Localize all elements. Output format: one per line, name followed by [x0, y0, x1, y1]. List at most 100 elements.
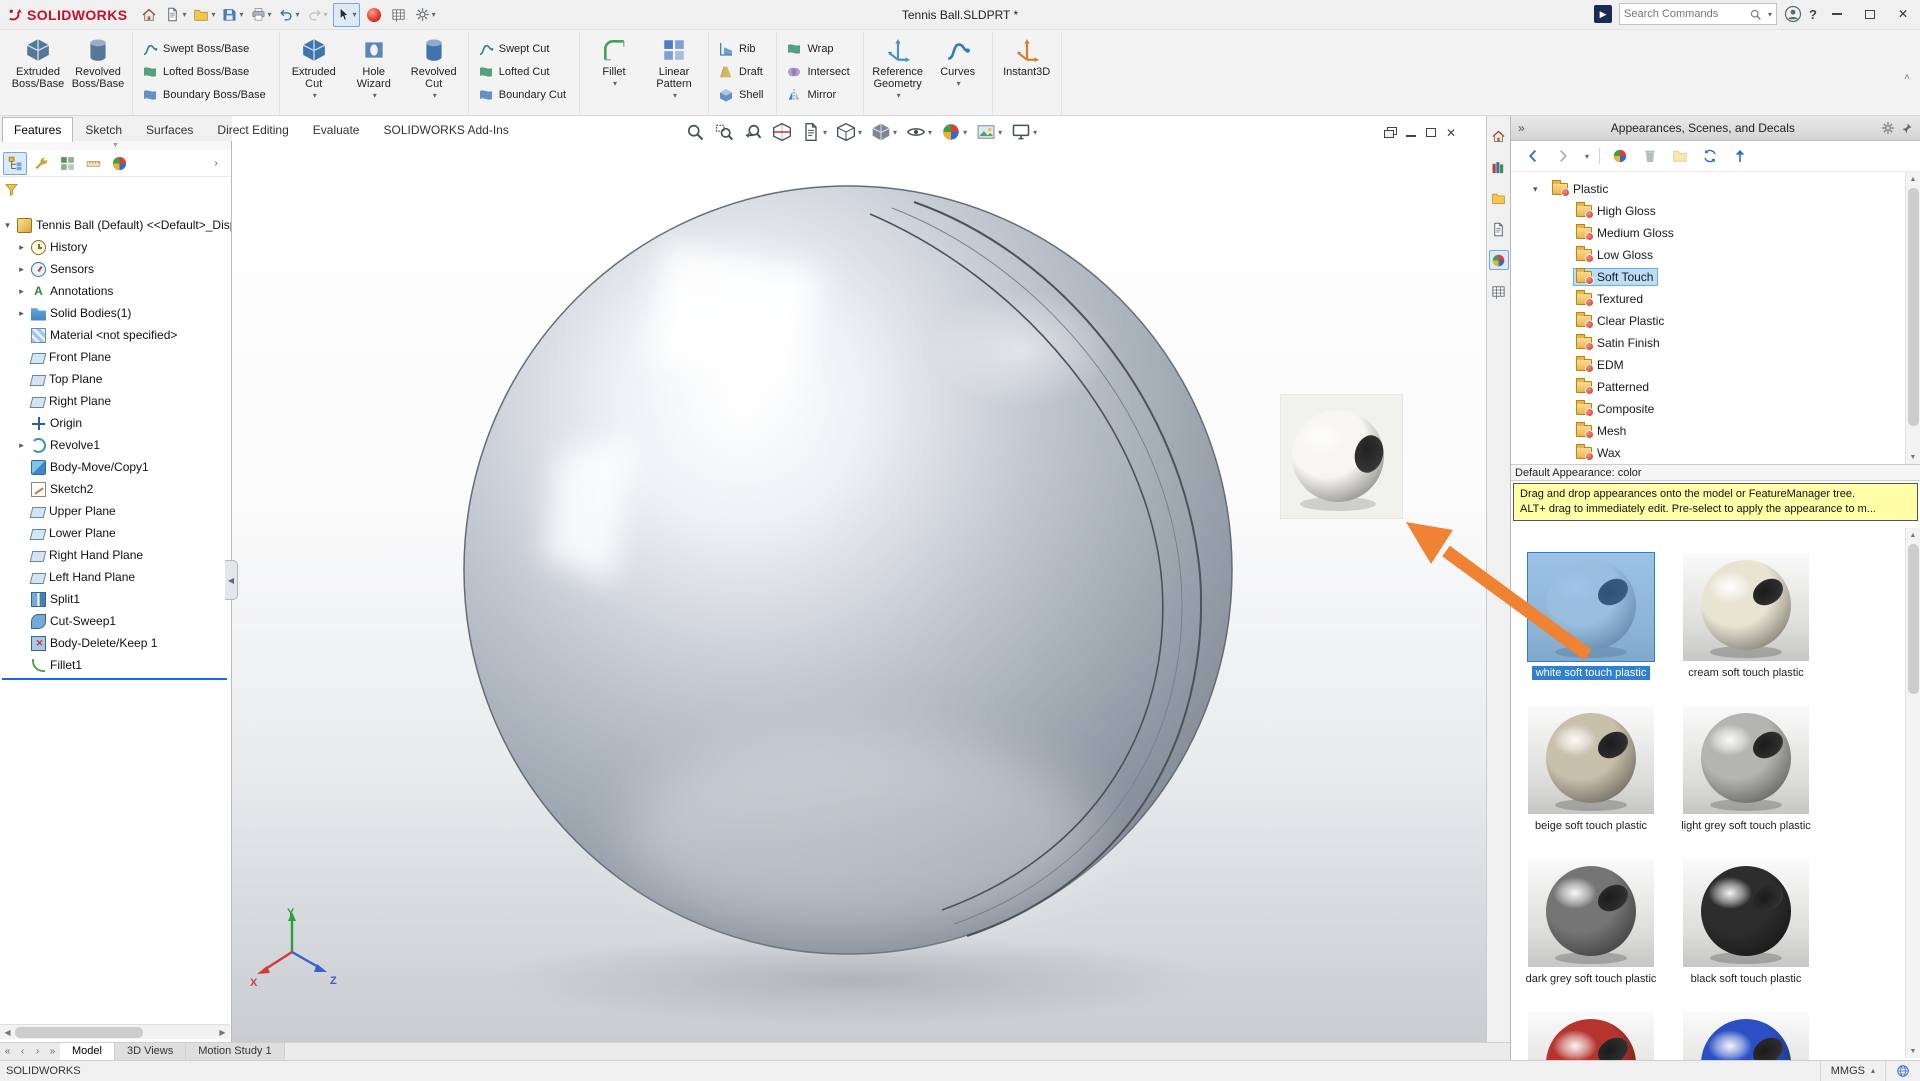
chevron-down-icon[interactable]: ▾ — [957, 78, 961, 90]
intersect-button[interactable]: Intersect — [782, 61, 857, 83]
tree-item-clear-plastic[interactable]: Clear Plastic — [1511, 310, 1920, 332]
rib-button[interactable]: Rib — [714, 38, 771, 60]
rollback-bar[interactable] — [2, 678, 227, 680]
chevron-down-icon[interactable]: ▾ — [613, 78, 617, 90]
tree-item-high-gloss[interactable]: High Gloss — [1511, 200, 1920, 222]
appearance-thumbnail[interactable] — [1528, 859, 1654, 967]
tab-view-palette[interactable] — [1489, 219, 1509, 239]
tab-design-library[interactable] — [1489, 157, 1509, 177]
edit-appearance-button[interactable]: ▾ — [940, 120, 968, 144]
tree-item-mesh[interactable]: Mesh — [1511, 420, 1920, 442]
search-input[interactable] — [1624, 8, 1745, 20]
tree-item-soft-touch[interactable]: Soft Touch — [1511, 266, 1920, 288]
last-tab-icon[interactable]: » — [45, 1043, 60, 1060]
tab-display-manager[interactable] — [107, 152, 131, 175]
tab-motion-study-1[interactable]: Motion Study 1 — [186, 1043, 284, 1060]
select-button[interactable]: ▾ — [333, 3, 360, 27]
tree-panel-splitter-handle[interactable]: ◀ — [225, 560, 238, 600]
tab-appearances-scenes-decals[interactable] — [1489, 250, 1509, 270]
model-tennis-ball[interactable] — [462, 184, 1234, 956]
instant3d-button[interactable]: Instant3D — [998, 33, 1056, 78]
tree-item-edm[interactable]: EDM — [1511, 354, 1920, 376]
swatch-cream-soft-touch[interactable]: cream soft touch plastic — [1683, 553, 1809, 680]
draft-button[interactable]: Draft — [714, 61, 771, 83]
home-button[interactable] — [138, 3, 160, 27]
tree-item-sensors[interactable]: ▸Sensors — [0, 258, 231, 280]
appearance-thumbnail[interactable] — [1683, 553, 1809, 661]
expand-arrow-icon[interactable]: ▸ — [16, 308, 27, 319]
collapse-ribbon-icon[interactable]: ˄ — [1904, 72, 1910, 83]
print-button[interactable]: ▾ — [249, 3, 274, 27]
tree-item-satin-finish[interactable]: Satin Finish — [1511, 332, 1920, 354]
expand-arrow-icon[interactable]: ▸ — [16, 242, 27, 253]
tree-item-upper-plane[interactable]: Upper Plane — [0, 500, 231, 522]
search-box[interactable]: ▾ — [1619, 3, 1777, 25]
forward-button[interactable] — [1553, 146, 1573, 166]
tab-features[interactable]: Features — [2, 117, 73, 142]
scroll-up-icon[interactable]: ▲ — [1906, 528, 1920, 542]
swatch-red-soft-touch-partial[interactable] — [1528, 1012, 1654, 1060]
tree-item-textured[interactable]: Textured — [1511, 288, 1920, 310]
tree-item-lower-plane[interactable]: Lower Plane — [0, 522, 231, 544]
display-style-button[interactable]: ▾ — [870, 120, 898, 144]
reference-geometry-button[interactable]: Reference Geometry ▾ — [869, 33, 927, 102]
revolved-cut-button[interactable]: Revolved Cut ▾ — [405, 33, 463, 102]
expand-panel-tabs-button[interactable]: › — [204, 152, 228, 175]
swept-boss-base-button[interactable]: Swept Boss/Base — [138, 38, 274, 60]
tab-configuration-manager[interactable] — [55, 152, 79, 175]
tree-item-revolve1[interactable]: ▸Revolve1 — [0, 434, 231, 456]
appearance-thumbnail[interactable] — [1683, 859, 1809, 967]
tree-item-right-hand-plane[interactable]: Right Hand Plane — [0, 544, 231, 566]
swatch-vertical-scrollbar[interactable]: ▲ ▼ — [1905, 528, 1920, 1058]
view-orientation-button[interactable]: ▾ — [835, 120, 863, 144]
open-button[interactable]: ▾ — [191, 3, 217, 27]
scrollbar-thumb[interactable] — [1908, 544, 1919, 694]
appearance-thumbnail[interactable] — [1528, 553, 1654, 661]
tree-item-plastic[interactable]: ▾Plastic — [1511, 178, 1920, 200]
apply-scene-button[interactable]: ▾ — [975, 120, 1003, 144]
horizontal-scrollbar[interactable]: ◀ ▶ — [0, 1024, 230, 1039]
view-settings-button[interactable]: ▾ — [1010, 120, 1038, 144]
lofted-boss-base-button[interactable]: Lofted Boss/Base — [138, 61, 274, 83]
tree-item-right-plane[interactable]: Right Plane — [0, 390, 231, 412]
chevron-down-icon[interactable]: ▾ — [673, 90, 677, 102]
tree-item-body-delete-keep1[interactable]: Body-Delete/Keep 1 — [0, 632, 231, 654]
options-button[interactable]: ▾ — [413, 3, 438, 27]
tab-3d-views[interactable]: 3D Views — [115, 1043, 186, 1060]
scroll-down-icon[interactable]: ▼ — [1906, 450, 1920, 464]
scroll-up-icon[interactable]: ▲ — [1906, 172, 1920, 186]
tab-solidworks-add-ins[interactable]: SOLIDWORKS Add-Ins — [371, 117, 520, 142]
redo-button[interactable]: ▾ — [305, 3, 330, 27]
tree-item-material[interactable]: Material <not specified> — [0, 324, 231, 346]
revolved-boss-base-button[interactable]: Revolved Boss/Base — [69, 33, 127, 90]
tree-item-split1[interactable]: Split1 — [0, 588, 231, 610]
scroll-down-icon[interactable]: ▼ — [1906, 1044, 1920, 1058]
expand-arrow-icon[interactable]: ▾ — [2, 220, 13, 231]
tree-item-body-move-copy1[interactable]: Body-Move/Copy1 — [0, 456, 231, 478]
tab-featuremanager-tree[interactable] — [3, 152, 27, 175]
shell-button[interactable]: Shell — [714, 84, 771, 106]
doc-minimize-button[interactable] — [1406, 126, 1416, 140]
units-selector[interactable]: MMGS ▴ — [1820, 1061, 1885, 1081]
tab-property-manager[interactable] — [29, 152, 53, 175]
swatch-white-soft-touch[interactable]: white soft touch plastic — [1528, 553, 1654, 680]
appearance-thumbnail[interactable] — [1683, 1012, 1809, 1060]
expand-arrow-icon[interactable]: ▸ — [16, 286, 27, 297]
chevron-down-icon[interactable]: ▾ — [313, 90, 317, 102]
tree-item-patterned[interactable]: Patterned — [1511, 376, 1920, 398]
annotation-views-button[interactable]: ▾ — [800, 120, 828, 144]
wrap-button[interactable]: Wrap — [782, 38, 857, 60]
zoom-to-area-button[interactable] — [713, 120, 735, 144]
minimize-button[interactable] — [1824, 3, 1850, 25]
expand-arrow-icon[interactable]: ▸ — [16, 440, 27, 451]
extruded-boss-base-button[interactable]: Extruded Boss/Base — [9, 33, 67, 90]
panel-split-handle[interactable]: ▼ — [0, 141, 231, 150]
scrollbar-thumb[interactable] — [15, 1027, 143, 1038]
swept-cut-button[interactable]: Swept Cut — [474, 38, 574, 60]
tree-item-medium-gloss[interactable]: Medium Gloss — [1511, 222, 1920, 244]
swatch-black-soft-touch[interactable]: black soft touch plastic — [1683, 859, 1809, 986]
save-button[interactable]: ▾ — [220, 3, 245, 27]
tab-surfaces[interactable]: Surfaces — [134, 117, 205, 142]
linear-pattern-button[interactable]: Linear Pattern ▾ — [645, 33, 703, 102]
connection-status[interactable] — [1885, 1061, 1920, 1081]
